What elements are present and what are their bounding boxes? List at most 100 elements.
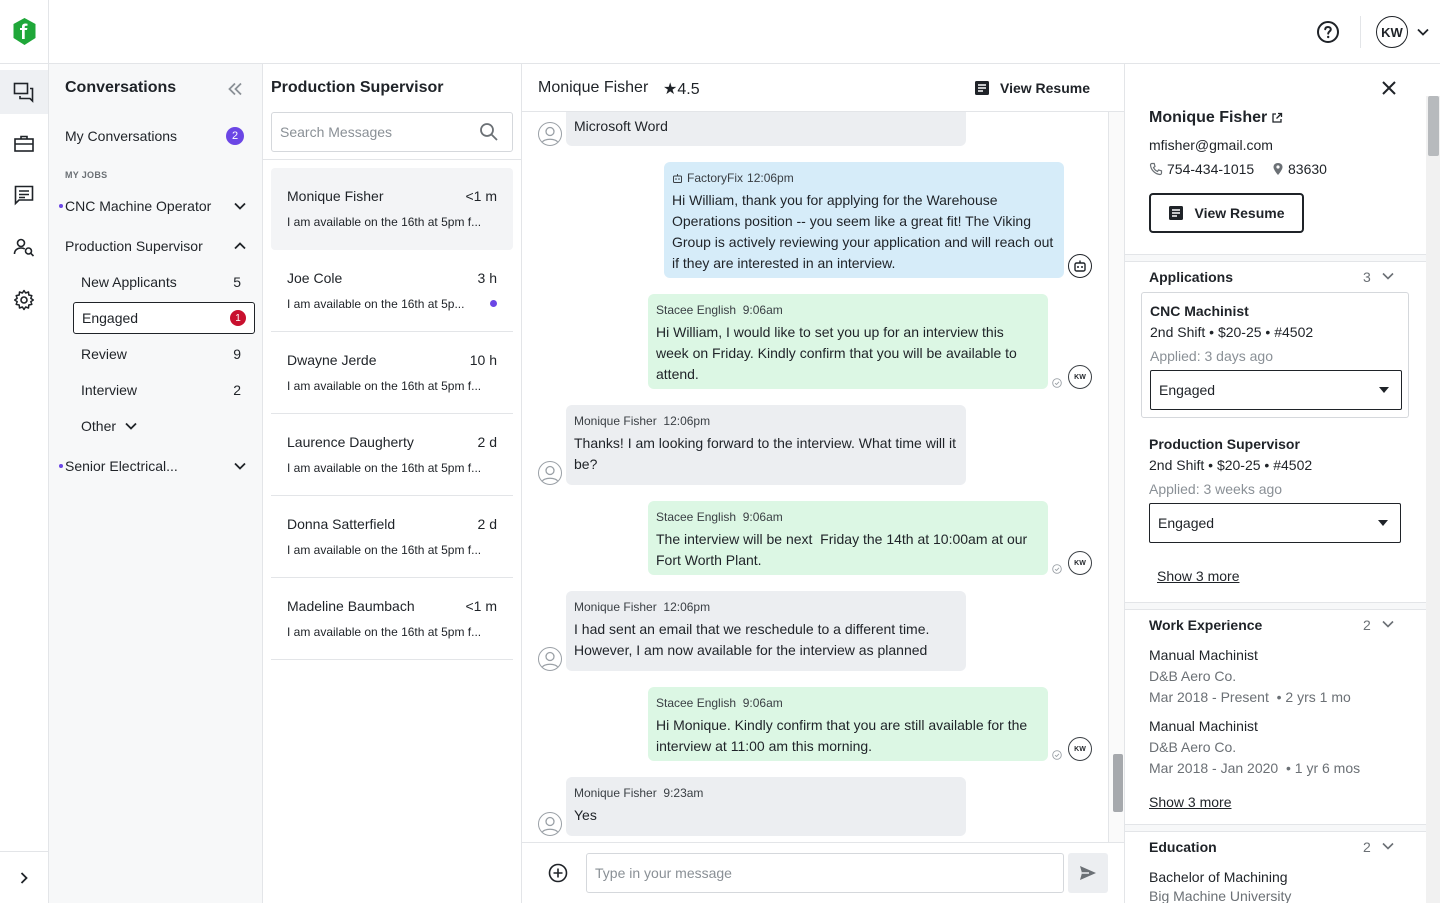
close-icon[interactable] <box>1379 78 1399 98</box>
my-conversations-count: 2 <box>226 127 244 145</box>
nav-messages[interactable] <box>0 173 48 217</box>
profile-email[interactable]: mfisher@gmail.com <box>1149 137 1273 153</box>
job-senior-electrical[interactable]: Senior Electrical... <box>65 454 247 478</box>
chevron-down-icon[interactable] <box>1416 26 1430 38</box>
stage-review[interactable]: Review 9 <box>81 342 241 366</box>
stage-new-applicants[interactable]: New Applicants 5 <box>81 270 241 294</box>
section-divider <box>1125 254 1426 262</box>
candidate-search-icon <box>13 238 35 257</box>
experience-company: D&B Aero Co. <box>1149 739 1237 755</box>
search-input[interactable] <box>272 113 472 151</box>
experience-title: Manual Machinist <box>1149 718 1258 734</box>
conversations-icon <box>13 82 34 103</box>
unread-dot <box>59 464 63 468</box>
add-attachment-icon[interactable] <box>548 863 568 883</box>
nav-settings[interactable] <box>0 278 48 322</box>
external-link-icon <box>1272 112 1283 123</box>
stage-interview[interactable]: Interview 2 <box>81 378 241 402</box>
chevron-right-icon <box>20 871 28 884</box>
chevron-down-icon[interactable] <box>233 459 247 473</box>
candidate-avatar <box>538 647 562 671</box>
caret-down-icon <box>1379 387 1389 393</box>
conversation-item[interactable]: Madeline Baumbach <1 m I am available on… <box>271 578 513 660</box>
chevron-down-icon[interactable] <box>1381 617 1395 631</box>
scrollbar-thumb[interactable] <box>1113 754 1123 812</box>
location-pin-icon <box>1273 163 1283 175</box>
chevron-up-icon[interactable] <box>233 239 247 253</box>
send-icon <box>1080 866 1096 880</box>
profile-name[interactable]: Monique Fisher <box>1149 109 1283 127</box>
work-experience-count: 2 <box>1363 617 1371 633</box>
conversation-list: Production Supervisor Monique Fisher <1 … <box>263 64 522 903</box>
logo-icon[interactable] <box>11 18 38 45</box>
job-cnc-machine-operator[interactable]: CNC Machine Operator <box>65 194 247 218</box>
chat-header: Monique Fisher ★4.5 View Resume <box>522 64 1124 112</box>
conversation-item[interactable]: Laurence Daugherty 2 d I am available on… <box>271 414 513 496</box>
education-title: Education <box>1149 839 1217 855</box>
conversation-item[interactable]: Donna Satterfield 2 d I am available on … <box>271 496 513 578</box>
bot-icon <box>673 173 682 183</box>
message-scrollbar[interactable] <box>1108 112 1124 842</box>
robot-icon <box>1074 260 1086 272</box>
message-input[interactable] <box>586 853 1064 893</box>
application-status-select[interactable]: Engaged <box>1149 503 1401 543</box>
nav-candidate-search[interactable] <box>0 225 48 269</box>
nav-jobs[interactable] <box>0 122 48 166</box>
chevron-down-icon[interactable] <box>233 199 247 213</box>
job-label: Senior Electrical... <box>65 458 178 474</box>
education-count: 2 <box>1363 839 1371 855</box>
experience-company: D&B Aero Co. <box>1149 668 1237 684</box>
candidate-rating: ★4.5 <box>663 81 700 98</box>
user-avatar-button[interactable]: KW <box>1376 16 1408 48</box>
applications-title: Applications <box>1149 269 1234 285</box>
show-more-applications-link[interactable]: Show 3 more <box>1157 568 1239 584</box>
profile-zip: 83630 <box>1272 161 1327 177</box>
expand-rail-button[interactable] <box>0 851 48 903</box>
job-production-supervisor[interactable]: Production Supervisor <box>65 234 247 258</box>
caret-down-icon <box>1378 520 1388 526</box>
outgoing-message: Stacee English 9:06am The interview will… <box>648 501 1048 575</box>
job-label: CNC Machine Operator <box>65 198 212 214</box>
view-resume-link[interactable]: View Resume <box>974 78 1090 98</box>
stage-other[interactable]: Other <box>81 414 241 438</box>
education-degree: Bachelor of Machining <box>1149 869 1288 885</box>
search-box <box>271 112 513 152</box>
send-button[interactable] <box>1068 853 1108 893</box>
applications-count: 3 <box>1363 269 1371 285</box>
phone-icon <box>1149 162 1163 176</box>
profile-phone[interactable]: 754-434-1015 <box>1149 161 1254 177</box>
scrollbar-thumb[interactable] <box>1428 96 1439 156</box>
my-conversations-link[interactable]: My Conversations <box>65 128 177 144</box>
view-resume-button[interactable]: View Resume <box>1149 193 1304 233</box>
conversations-sidebar: Conversations My Conversations 2 MY JOBS… <box>49 64 263 903</box>
job-label: Production Supervisor <box>65 238 203 254</box>
conversation-item[interactable]: Dwayne Jerde 10 h I am available on the … <box>271 332 513 414</box>
conversation-item[interactable]: Joe Cole 3 h I am available on the 16th … <box>271 250 513 332</box>
nav-rail <box>0 64 49 903</box>
show-more-experience-link[interactable]: Show 3 more <box>1149 794 1231 810</box>
document-icon <box>975 81 989 95</box>
chat-candidate-name: Monique Fisher <box>538 79 649 96</box>
section-divider <box>1125 602 1426 610</box>
nav-conversations[interactable] <box>0 70 48 114</box>
chevron-down-icon[interactable] <box>1381 269 1395 283</box>
search-icon[interactable] <box>479 122 499 142</box>
application-status-select[interactable]: Engaged <box>1150 370 1402 410</box>
chevron-down-icon[interactable] <box>1381 839 1395 853</box>
read-check-icon <box>1052 750 1062 760</box>
message-thread: Microsoft Word FactoryFix 12:06pm Hi Wil… <box>522 112 1110 842</box>
work-experience-title: Work Experience <box>1149 617 1263 633</box>
engaged-count-badge: 1 <box>230 310 246 326</box>
stage-engaged[interactable]: Engaged 1 <box>73 302 255 334</box>
outgoing-message: Stacee English 9:06am Hi Monique. Kindly… <box>648 687 1048 761</box>
unread-dot <box>59 204 63 208</box>
conversation-item[interactable]: Monique Fisher <1 m I am available on th… <box>271 168 513 250</box>
chat-pane: Monique Fisher ★4.5 View Resume Microsof… <box>522 64 1124 903</box>
top-bar: KW <box>0 0 1440 64</box>
help-icon[interactable] <box>1316 20 1340 44</box>
application-card: CNC Machinist 2nd Shift • $20-25 • #4502… <box>1141 292 1409 418</box>
panel-scrollbar[interactable] <box>1426 96 1440 903</box>
recruiter-avatar: KW <box>1068 737 1092 761</box>
divider <box>263 159 522 160</box>
collapse-sidebar-icon[interactable] <box>226 80 244 98</box>
